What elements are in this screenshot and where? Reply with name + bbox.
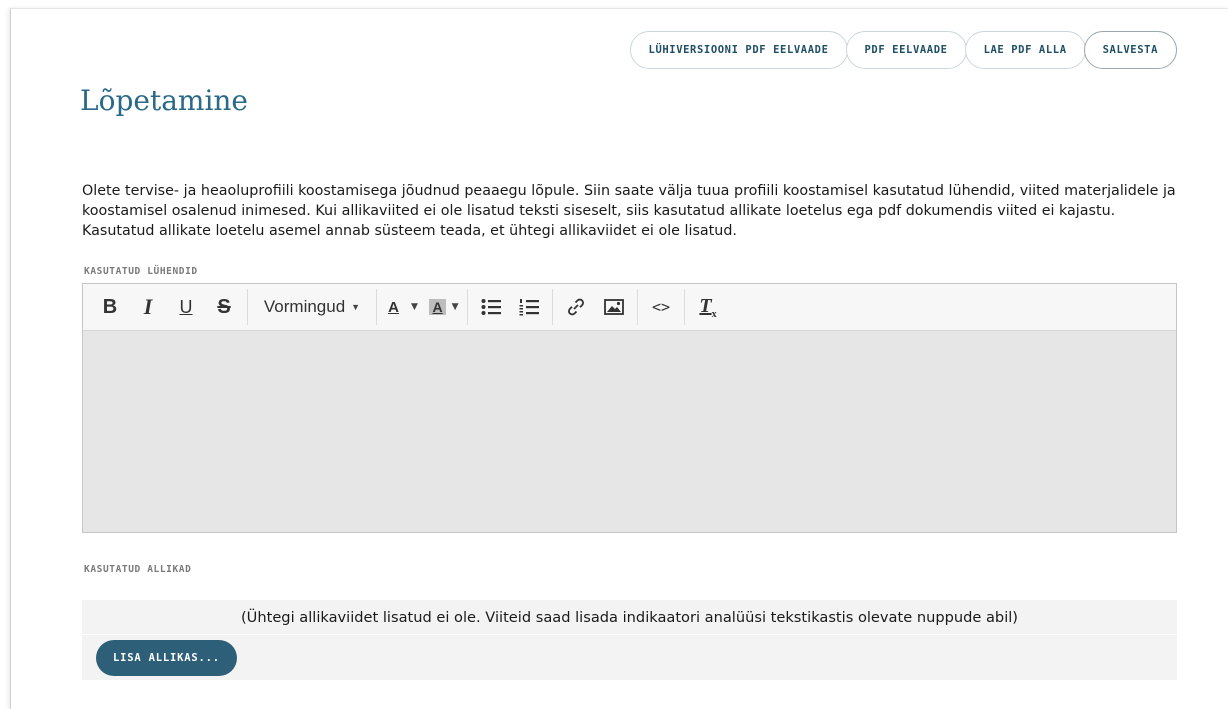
editor-toolbar: B I U S Vormingud ▼ A ▼ A ▼ <> Tx [83, 284, 1176, 331]
formats-dropdown[interactable]: Vormingud ▼ [252, 284, 372, 331]
bullet-list-icon [481, 299, 501, 315]
image-icon [604, 299, 624, 315]
caret-down-icon: ▼ [410, 302, 418, 312]
sources-empty-message: (Ühtegi allikaviidet lisatud ei ole. Vii… [82, 600, 1177, 635]
save-button[interactable]: SALVESTA [1083, 31, 1177, 69]
numbered-list-icon [519, 299, 539, 316]
toolbar-divider [552, 289, 553, 325]
clear-format-sub: x [711, 308, 717, 320]
top-actions: LÜHIVERSIOONI PDF EELVAADE PDF EELVAADE … [629, 31, 1177, 69]
add-source-button[interactable]: LISA ALLIKAS... [96, 640, 237, 676]
sources-label: KASUTATUD ALLIKAD [84, 564, 192, 575]
abbreviations-label: KASUTATUD LÜHENDID [84, 266, 198, 277]
toolbar-divider [247, 289, 248, 325]
link-button[interactable] [557, 284, 595, 331]
clear-format-letter: T [699, 294, 712, 317]
editor-content-area[interactable] [83, 331, 1176, 532]
text-color-dropdown[interactable]: A ▼ [381, 284, 419, 331]
clear-format-button[interactable]: Tx [689, 284, 727, 331]
caret-down-icon: ▼ [351, 302, 361, 312]
bullet-list-button[interactable] [472, 284, 510, 331]
sources-box: (Ühtegi allikaviidet lisatud ei ole. Vii… [82, 600, 1177, 680]
toolbar-divider [467, 289, 468, 325]
image-button[interactable] [595, 284, 633, 331]
page-title: Lõpetamine [80, 84, 248, 117]
bold-button[interactable]: B [91, 284, 129, 331]
caret-down-icon: ▼ [451, 302, 459, 312]
toolbar-divider [684, 289, 685, 325]
link-icon [568, 298, 584, 316]
strikethrough-button[interactable]: S [205, 284, 243, 331]
intro-text: Olete tervise- ja heaoluprofiili koostam… [82, 183, 1176, 239]
underline-button[interactable]: U [167, 284, 205, 331]
formats-label: Vormingud [263, 297, 346, 316]
toolbar-divider [637, 289, 638, 325]
code-button[interactable]: <> [642, 284, 680, 331]
download-pdf-button[interactable]: LAE PDF ALLA [964, 31, 1086, 69]
text-color-icon: A [388, 298, 399, 316]
short-pdf-preview-button[interactable]: LÜHIVERSIOONI PDF EELVAADE [629, 31, 848, 69]
pdf-preview-button[interactable]: PDF EELVAADE [845, 31, 967, 69]
abbreviations-editor: B I U S Vormingud ▼ A ▼ A ▼ <> Tx [82, 283, 1177, 533]
italic-button[interactable]: I [129, 284, 167, 331]
toolbar-divider [376, 289, 377, 325]
clear-format-icon: Tx [699, 295, 716, 320]
numbered-list-button[interactable] [510, 284, 548, 331]
code-icon: <> [651, 298, 671, 316]
bg-color-dropdown[interactable]: A ▼ [425, 284, 463, 331]
bg-color-icon: A [429, 299, 446, 315]
